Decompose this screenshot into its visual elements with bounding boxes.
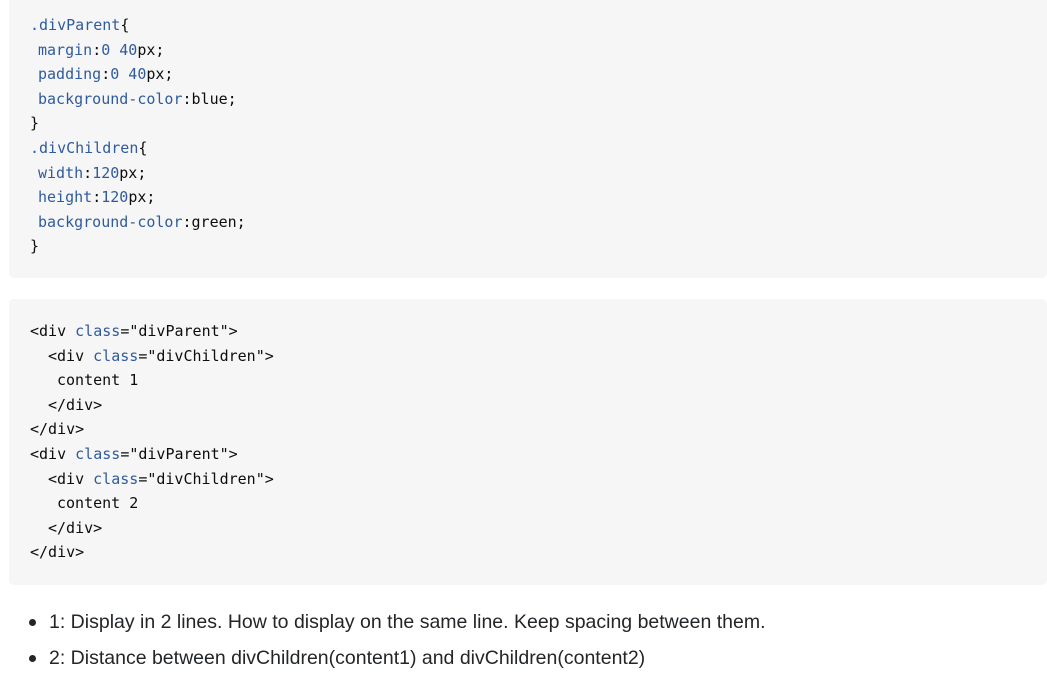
code-token: </div> [30, 420, 85, 439]
css-code-line: padding:0 40px; [38, 62, 173, 86]
code-token: ="divChildren"> [138, 469, 274, 488]
code-token: <div [30, 322, 76, 340]
bullet-item-2: 2: Distance between divChildren(content1… [0, 642, 1047, 678]
html-code-line: <div class="divParent"> [30, 442, 238, 466]
html-code-line: content 1 [57, 368, 138, 392]
code-token: .divParent [30, 16, 121, 34]
code-token: ="divParent"> [120, 322, 238, 340]
html-code-line: <div class="divChildren"> [48, 344, 274, 368]
code-token: </div> [48, 518, 103, 537]
code-token: ="divParent"> [120, 445, 238, 463]
code-token: class [75, 445, 121, 463]
html-code-line: </div> [48, 393, 102, 417]
code-token: 0 40 [101, 40, 138, 59]
html-code-line: </div> [48, 516, 102, 540]
code-token: { [138, 139, 148, 157]
code-token: } [30, 114, 40, 133]
code-token: </div> [30, 543, 85, 562]
code-token: : [92, 40, 102, 59]
code-token: width [38, 163, 84, 182]
code-token: : [83, 163, 93, 182]
css-code-line: .divChildren{ [30, 136, 147, 160]
code-token: : [92, 188, 102, 207]
code-token: background-color [38, 212, 183, 231]
code-token: <div [48, 346, 94, 365]
code-token: 120 [92, 163, 120, 182]
css-code-line: width:120px; [38, 161, 146, 185]
code-token: .divChildren [30, 139, 139, 157]
css-code-line: margin:0 40px; [38, 38, 164, 62]
bullet-text: 1: Display in 2 lines. How to display on… [49, 611, 766, 633]
code-token: </div> [48, 395, 103, 414]
code-token: class [93, 469, 139, 488]
code-token: :green; [182, 212, 246, 231]
html-code-line: </div> [30, 417, 84, 441]
code-token: <div [48, 469, 94, 488]
code-token: px; [137, 40, 165, 59]
css-code-line: height:120px; [38, 185, 155, 209]
css-code-block: .divParent{margin:0 40px; padding:0 40px;… [9, 0, 1047, 278]
html-code-line: content 2 [57, 491, 138, 515]
question-bullet-list: 1: Display in 2 lines. How to display on… [0, 606, 1047, 678]
code-token: } [30, 237, 40, 256]
code-token: <div [30, 445, 76, 463]
code-token: : [101, 65, 111, 84]
code-token: content 2 [57, 494, 139, 513]
css-code-line: background-color:green; [38, 210, 246, 234]
code-token: padding [38, 65, 102, 84]
code-token: class [93, 346, 139, 365]
code-token: 0 40 [110, 65, 147, 84]
css-code-line: background-color:blue; [38, 87, 237, 111]
code-token: px; [146, 65, 174, 84]
code-token: :blue; [182, 89, 237, 108]
bullet-text: 2: Distance between divChildren(content1… [49, 647, 646, 669]
code-token: content 1 [57, 371, 139, 390]
code-token: height [38, 188, 93, 207]
html-code-line: </div> [30, 540, 84, 564]
bullet-item-1: 1: Display in 2 lines. How to display on… [0, 606, 1047, 642]
bullet-dot-icon [29, 619, 36, 626]
code-token: px; [119, 163, 147, 182]
css-code-line: .divParent{ [30, 13, 129, 37]
html-code-block: <div class="divParent"> <div class="divCh… [9, 299, 1047, 585]
code-token: { [120, 16, 130, 34]
code-token: 120 [101, 188, 129, 207]
bullet-dot-icon [29, 655, 36, 662]
code-token: ="divChildren"> [138, 346, 274, 365]
html-code-line: <div class="divChildren"> [48, 467, 274, 491]
code-token: background-color [38, 89, 183, 108]
code-token: class [75, 322, 121, 340]
html-code-line: <div class="divParent"> [30, 319, 238, 343]
code-token: margin [38, 40, 93, 59]
code-token: px; [128, 188, 156, 207]
css-code-line: } [30, 234, 39, 258]
css-code-line: } [30, 111, 39, 135]
